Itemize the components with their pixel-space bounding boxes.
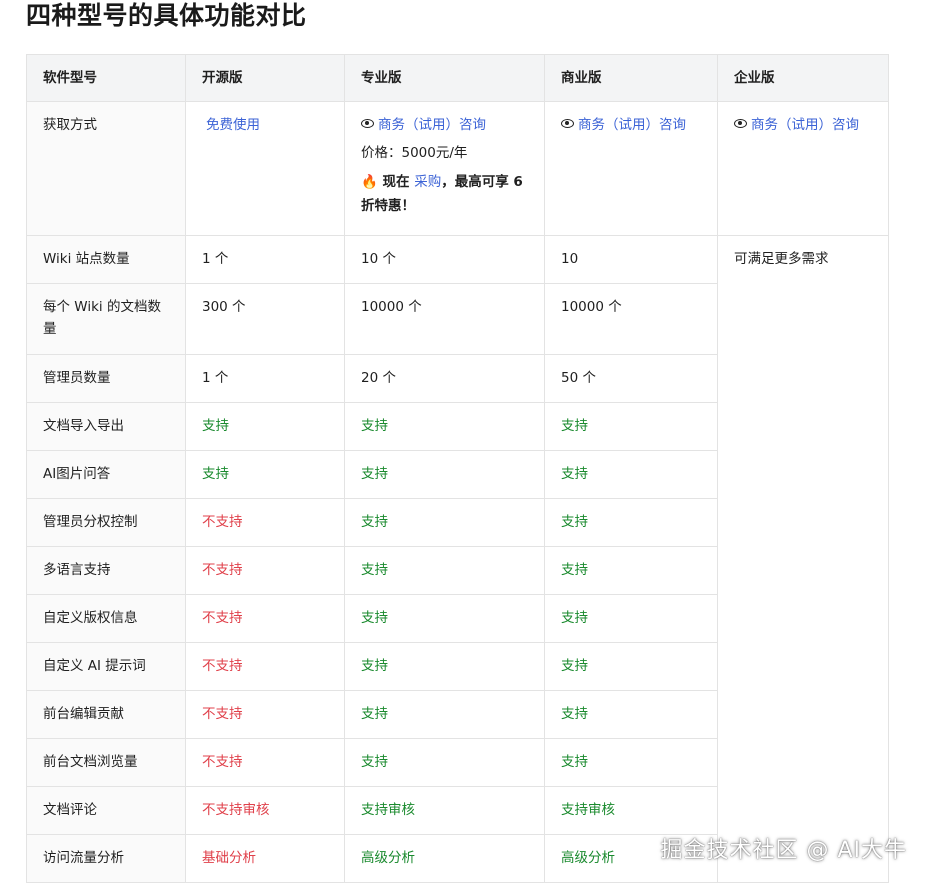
- eye-icon: [361, 119, 374, 128]
- row-label: 前台文档浏览量: [26, 738, 186, 787]
- cell-business: 支持: [544, 642, 718, 691]
- fire-icon: 🔥: [361, 174, 378, 190]
- header-professional: 专业版: [344, 54, 545, 102]
- row-label: 文档导入导出: [26, 402, 186, 451]
- cell-open-source: 不支持: [185, 738, 345, 787]
- comparison-table: 软件型号 开源版 专业版 商业版 企业版 获取方式 免费使用 商务（试用）咨询 …: [26, 54, 889, 883]
- cell-business: 商务（试用）咨询: [544, 101, 718, 236]
- promo-text: 🔥 现在 采购，最高可享 6 折特惠！: [361, 170, 528, 218]
- cell-professional: 支持: [344, 450, 545, 499]
- header-business: 商业版: [544, 54, 718, 102]
- cell-professional: 20 个: [344, 354, 545, 403]
- cell-open-source: 支持: [185, 450, 345, 499]
- row-label: Wiki 站点数量: [26, 235, 186, 284]
- cell-business: 支持审核: [544, 786, 718, 835]
- cell-open-source: 不支持: [185, 594, 345, 643]
- row-label: 自定义 AI 提示词: [26, 642, 186, 691]
- cell-business: 支持: [544, 738, 718, 787]
- cell-professional: 高级分析: [344, 834, 545, 883]
- business-consult-link[interactable]: 商务（试用）咨询: [578, 117, 686, 133]
- purchase-link[interactable]: 采购: [414, 174, 441, 190]
- pro-price: 价格：5000元/年: [361, 145, 468, 161]
- row-label: 管理员分权控制: [26, 498, 186, 547]
- cell-professional: 支持: [344, 690, 545, 739]
- cell-professional: 支持: [344, 402, 545, 451]
- cell-business: 支持: [544, 690, 718, 739]
- row-label: 前台编辑贡献: [26, 690, 186, 739]
- cell-open-source: 不支持: [185, 498, 345, 547]
- enterprise-consult-link[interactable]: 商务（试用）咨询: [751, 117, 859, 133]
- row-label: 每个 Wiki 的文档数量: [26, 283, 186, 355]
- cell-professional: 支持: [344, 642, 545, 691]
- cell-open-source: 基础分析: [185, 834, 345, 883]
- row-label: 获取方式: [26, 101, 186, 236]
- cell-open-source: 300 个: [185, 283, 345, 355]
- cell-open-source: 1 个: [185, 235, 345, 284]
- table-header-row: 软件型号 开源版 专业版 商业版 企业版: [26, 54, 889, 102]
- pro-consult-link[interactable]: 商务（试用）咨询: [378, 117, 486, 133]
- cell-open-source: 不支持审核: [185, 786, 345, 835]
- page-title: 四种型号的具体功能对比: [26, 1, 307, 30]
- cell-business: 支持: [544, 402, 718, 451]
- cell-open-source: 支持: [185, 402, 345, 451]
- cell-open-source: 不支持: [185, 546, 345, 595]
- cell-professional: 支持: [344, 738, 545, 787]
- cell-professional: 10000 个: [344, 283, 545, 355]
- free-use-link[interactable]: 免费使用: [202, 117, 260, 133]
- cell-enterprise: 商务（试用）咨询: [717, 101, 889, 236]
- table-row-acquire: 获取方式 免费使用 商务（试用）咨询 价格：5000元/年 🔥 现在 采购，最高…: [26, 101, 889, 236]
- cell-professional: 10 个: [344, 235, 545, 284]
- header-model: 软件型号: [26, 54, 186, 102]
- row-label: 自定义版权信息: [26, 594, 186, 643]
- cell-business: 10: [544, 235, 718, 284]
- header-open-source: 开源版: [185, 54, 345, 102]
- row-label: 多语言支持: [26, 546, 186, 595]
- row-label: 访问流量分析: [26, 834, 186, 883]
- eye-icon: [734, 119, 747, 128]
- promo-prefix: 现在: [382, 174, 410, 190]
- watermark: 掘金技术社区 @ AI大牛: [660, 838, 907, 863]
- eye-icon: [561, 119, 574, 128]
- cell-open-source: 免费使用: [185, 101, 345, 236]
- cell-professional: 支持: [344, 594, 545, 643]
- row-label: AI图片问答: [26, 450, 186, 499]
- cell-open-source: 不支持: [185, 690, 345, 739]
- header-enterprise: 企业版: [717, 54, 889, 102]
- row-label: 文档评论: [26, 786, 186, 835]
- cell-business: 支持: [544, 450, 718, 499]
- table-row: Wiki 站点数量 1 个 10 个 10 可满足更多需求: [26, 235, 889, 883]
- cell-professional: 支持: [344, 498, 545, 547]
- cell-open-source: 不支持: [185, 642, 345, 691]
- cell-professional: 商务（试用）咨询 价格：5000元/年 🔥 现在 采购，最高可享 6 折特惠！: [344, 101, 545, 236]
- row-label: 管理员数量: [26, 354, 186, 403]
- cell-enterprise-note: 可满足更多需求: [717, 235, 889, 883]
- cell-business: 支持: [544, 498, 718, 547]
- cell-business: 50 个: [544, 354, 718, 403]
- cell-professional: 支持审核: [344, 786, 545, 835]
- cell-business: 支持: [544, 594, 718, 643]
- cell-professional: 支持: [344, 546, 545, 595]
- cell-business: 10000 个: [544, 283, 718, 355]
- cell-business: 支持: [544, 546, 718, 595]
- cell-open-source: 1 个: [185, 354, 345, 403]
